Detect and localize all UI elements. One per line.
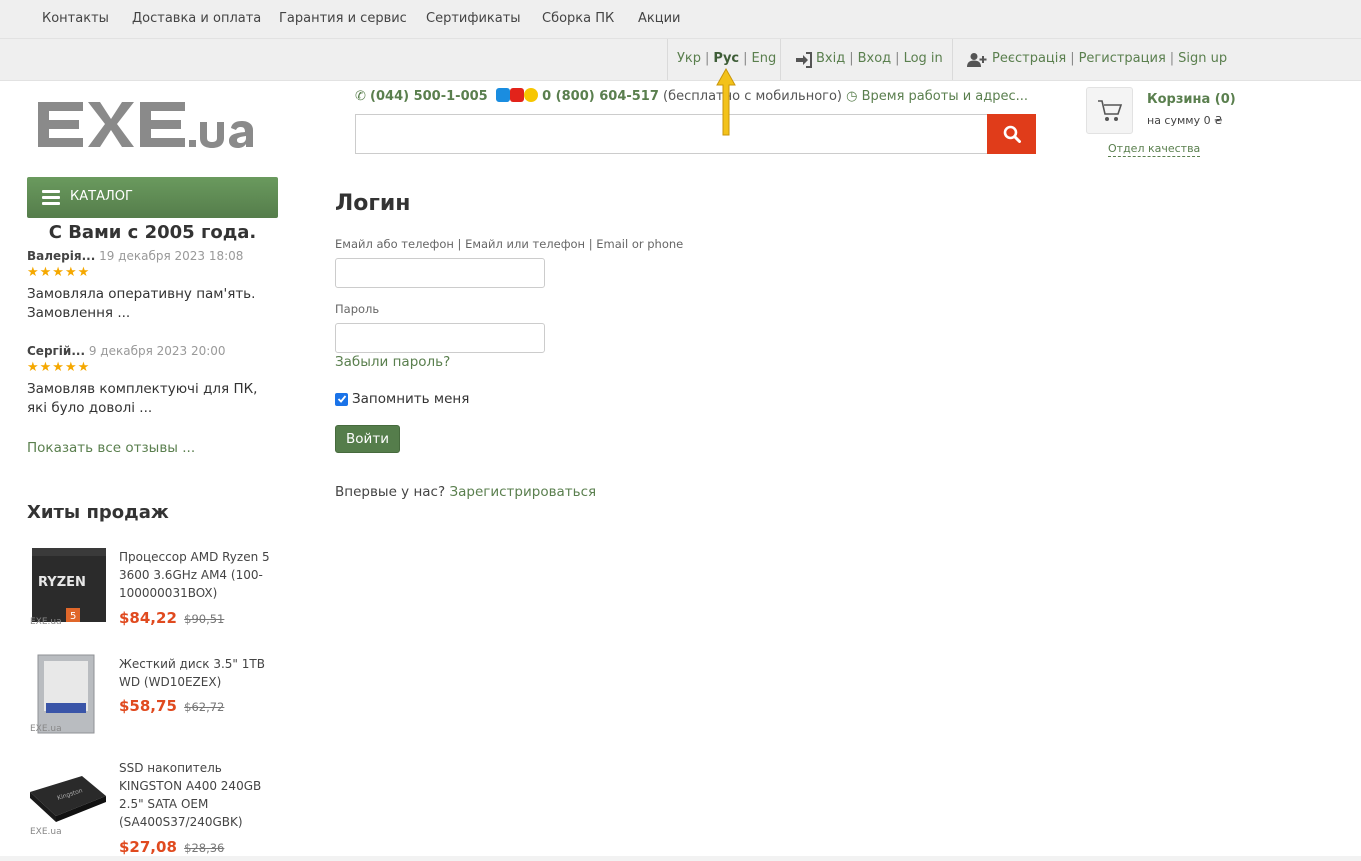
top-nav: Контакты Доставка и оплата Гарантия и се… — [0, 0, 1361, 38]
nav-certificates[interactable]: Сертификаты — [426, 11, 521, 26]
phone-free[interactable]: 0 (800) 604-517 — [542, 89, 659, 104]
product-image-ryzen[interactable]: RYZEN 5 EXE.ua — [28, 546, 108, 628]
remember-checkbox[interactable] — [335, 392, 348, 406]
product-price: $58,75 $62,72 — [119, 697, 225, 715]
phone-primary[interactable]: (044) 500-1-005 — [370, 89, 488, 104]
lang-ukr-link[interactable]: Укр — [677, 51, 701, 66]
review-text[interactable]: Замовляв комплектуючі для ПК, які було д… — [27, 380, 277, 418]
phone-icon: ✆ — [355, 89, 366, 104]
product-image-ssd[interactable]: Kingston EXE.ua — [28, 770, 108, 840]
clock-icon: ◷ — [846, 89, 858, 104]
page-bottom-edge — [0, 856, 1361, 861]
product-name[interactable]: Жесткий диск 3.5" 1TB WD (WD10EZEX) — [119, 655, 279, 691]
search-button[interactable] — [987, 114, 1036, 154]
nav-pc-build[interactable]: Сборка ПК — [542, 11, 614, 26]
exe-ua-logo — [38, 102, 253, 148]
register-links: Реєстрація | Регистрация | Sign up — [992, 51, 1228, 66]
product-old-price: $90,51 — [184, 612, 225, 626]
svg-text:RYZEN: RYZEN — [38, 575, 86, 590]
lifecell-icon — [523, 88, 538, 102]
rating-stars: ★★★★★ — [27, 265, 91, 280]
password-label: Пароль — [335, 302, 380, 316]
rating-stars: ★★★★★ — [27, 360, 91, 375]
auth-bar: Укр | Рус | Eng Вхід | Вход | Log in Реєстрація |… — [0, 38, 1361, 81]
divider — [667, 39, 668, 80]
review-date: 9 декабря 2023 20:00 — [88, 344, 226, 358]
forgot-password-link[interactable]: Забыли пароль? — [335, 354, 450, 370]
cart-title[interactable]: Корзина (0) — [1147, 92, 1236, 107]
cart-sum: на сумму 0 ₴ — [1147, 114, 1223, 127]
contact-phones: ✆ (044) 500-1-005 0 (800) 604-517 (беспл… — [355, 88, 1028, 104]
quality-department-link[interactable]: Отдел качества — [1108, 142, 1201, 157]
register-ukr-link[interactable]: Реєстрація — [992, 51, 1066, 66]
nav-warranty[interactable]: Гарантия и сервис — [279, 11, 407, 26]
vodafone-icon — [509, 88, 524, 102]
phone-free-note: (бесплатно с мобильного) — [663, 89, 842, 104]
cart-icon — [1097, 99, 1122, 121]
since-heading: С Вами с 2005 года. — [48, 222, 257, 243]
review-author: Сергій... 9 декабря 2023 20:00 — [27, 344, 226, 358]
kyivstar-icon — [495, 88, 510, 102]
remember-label[interactable]: Запомнить меня — [352, 391, 469, 407]
svg-text:EXE.ua: EXE.ua — [30, 724, 62, 734]
login-submit-button[interactable]: Войти — [335, 425, 400, 453]
sign-in-icon — [796, 52, 812, 68]
search-icon — [1003, 125, 1021, 143]
review-date: 19 декабря 2023 18:08 — [99, 249, 244, 263]
cart-button[interactable] — [1086, 87, 1133, 134]
password-field[interactable] — [335, 323, 545, 353]
lang-rus-link[interactable]: Рус — [713, 51, 739, 66]
arrow-up-icon — [716, 67, 736, 136]
bestsellers-heading: Хиты продаж — [27, 502, 169, 523]
svg-text:EXE.ua: EXE.ua — [30, 827, 62, 837]
show-all-reviews-link[interactable]: Показать все отзывы ... — [27, 440, 195, 456]
product-price: $84,22 $90,51 — [119, 609, 225, 627]
svg-text:EXE.ua: EXE.ua — [30, 617, 62, 627]
product-image-hdd[interactable]: EXE.ua — [28, 653, 98, 735]
catalog-label: КАТАЛОГ — [70, 189, 133, 204]
review-author: Валерія... 19 декабря 2023 18:08 — [27, 249, 244, 263]
register-eng-link[interactable]: Sign up — [1178, 51, 1227, 66]
search-input[interactable] — [355, 114, 988, 154]
language-switcher: Укр | Рус | Eng — [677, 51, 777, 66]
first-time-text: Впервые у нас? Зарегистрироваться — [335, 484, 597, 500]
checkmark-icon — [337, 395, 346, 403]
product-name[interactable]: SSD накопитель KINGSTON A400 240GB 2.5" … — [119, 759, 279, 831]
menu-icon — [42, 190, 60, 208]
lang-eng-link[interactable]: Eng — [752, 51, 777, 66]
login-links: Вхід | Вход | Log in — [816, 51, 943, 66]
divider — [952, 39, 953, 80]
nav-promotions[interactable]: Акции — [638, 11, 681, 26]
divider — [780, 39, 781, 80]
login-ukr-link[interactable]: Вхід — [816, 51, 845, 66]
product-old-price: $62,72 — [184, 700, 225, 714]
product-old-price: $28,36 — [184, 841, 225, 855]
catalog-button[interactable]: КАТАЛОГ — [27, 177, 278, 218]
nav-delivery[interactable]: Доставка и оплата — [132, 11, 261, 26]
login-rus-link[interactable]: Вход — [858, 51, 892, 66]
nav-contacts[interactable]: Контакты — [42, 11, 109, 26]
review-text[interactable]: Замовляла оперативну пам'ять. Замовлення… — [27, 285, 287, 323]
page-title: Логин — [335, 191, 411, 216]
product-name[interactable]: Процессор AMD Ryzen 5 3600 3.6GHz AM4 (1… — [119, 548, 279, 602]
register-link[interactable]: Зарегистрироваться — [449, 484, 596, 500]
login-eng-link[interactable]: Log in — [904, 51, 943, 66]
email-field[interactable] — [335, 258, 545, 288]
site-logo[interactable] — [36, 100, 282, 154]
svg-text:5: 5 — [70, 611, 76, 622]
user-plus-icon — [967, 53, 987, 67]
hours-link[interactable]: Время работы и адрес... — [862, 89, 1028, 104]
register-rus-link[interactable]: Регистрация — [1079, 51, 1166, 66]
remember-me: Запомнить меня — [335, 391, 469, 407]
email-label: Емайл або телефон | Емайл или телефон | … — [335, 237, 684, 251]
product-price: $27,08 $28,36 — [119, 838, 225, 856]
